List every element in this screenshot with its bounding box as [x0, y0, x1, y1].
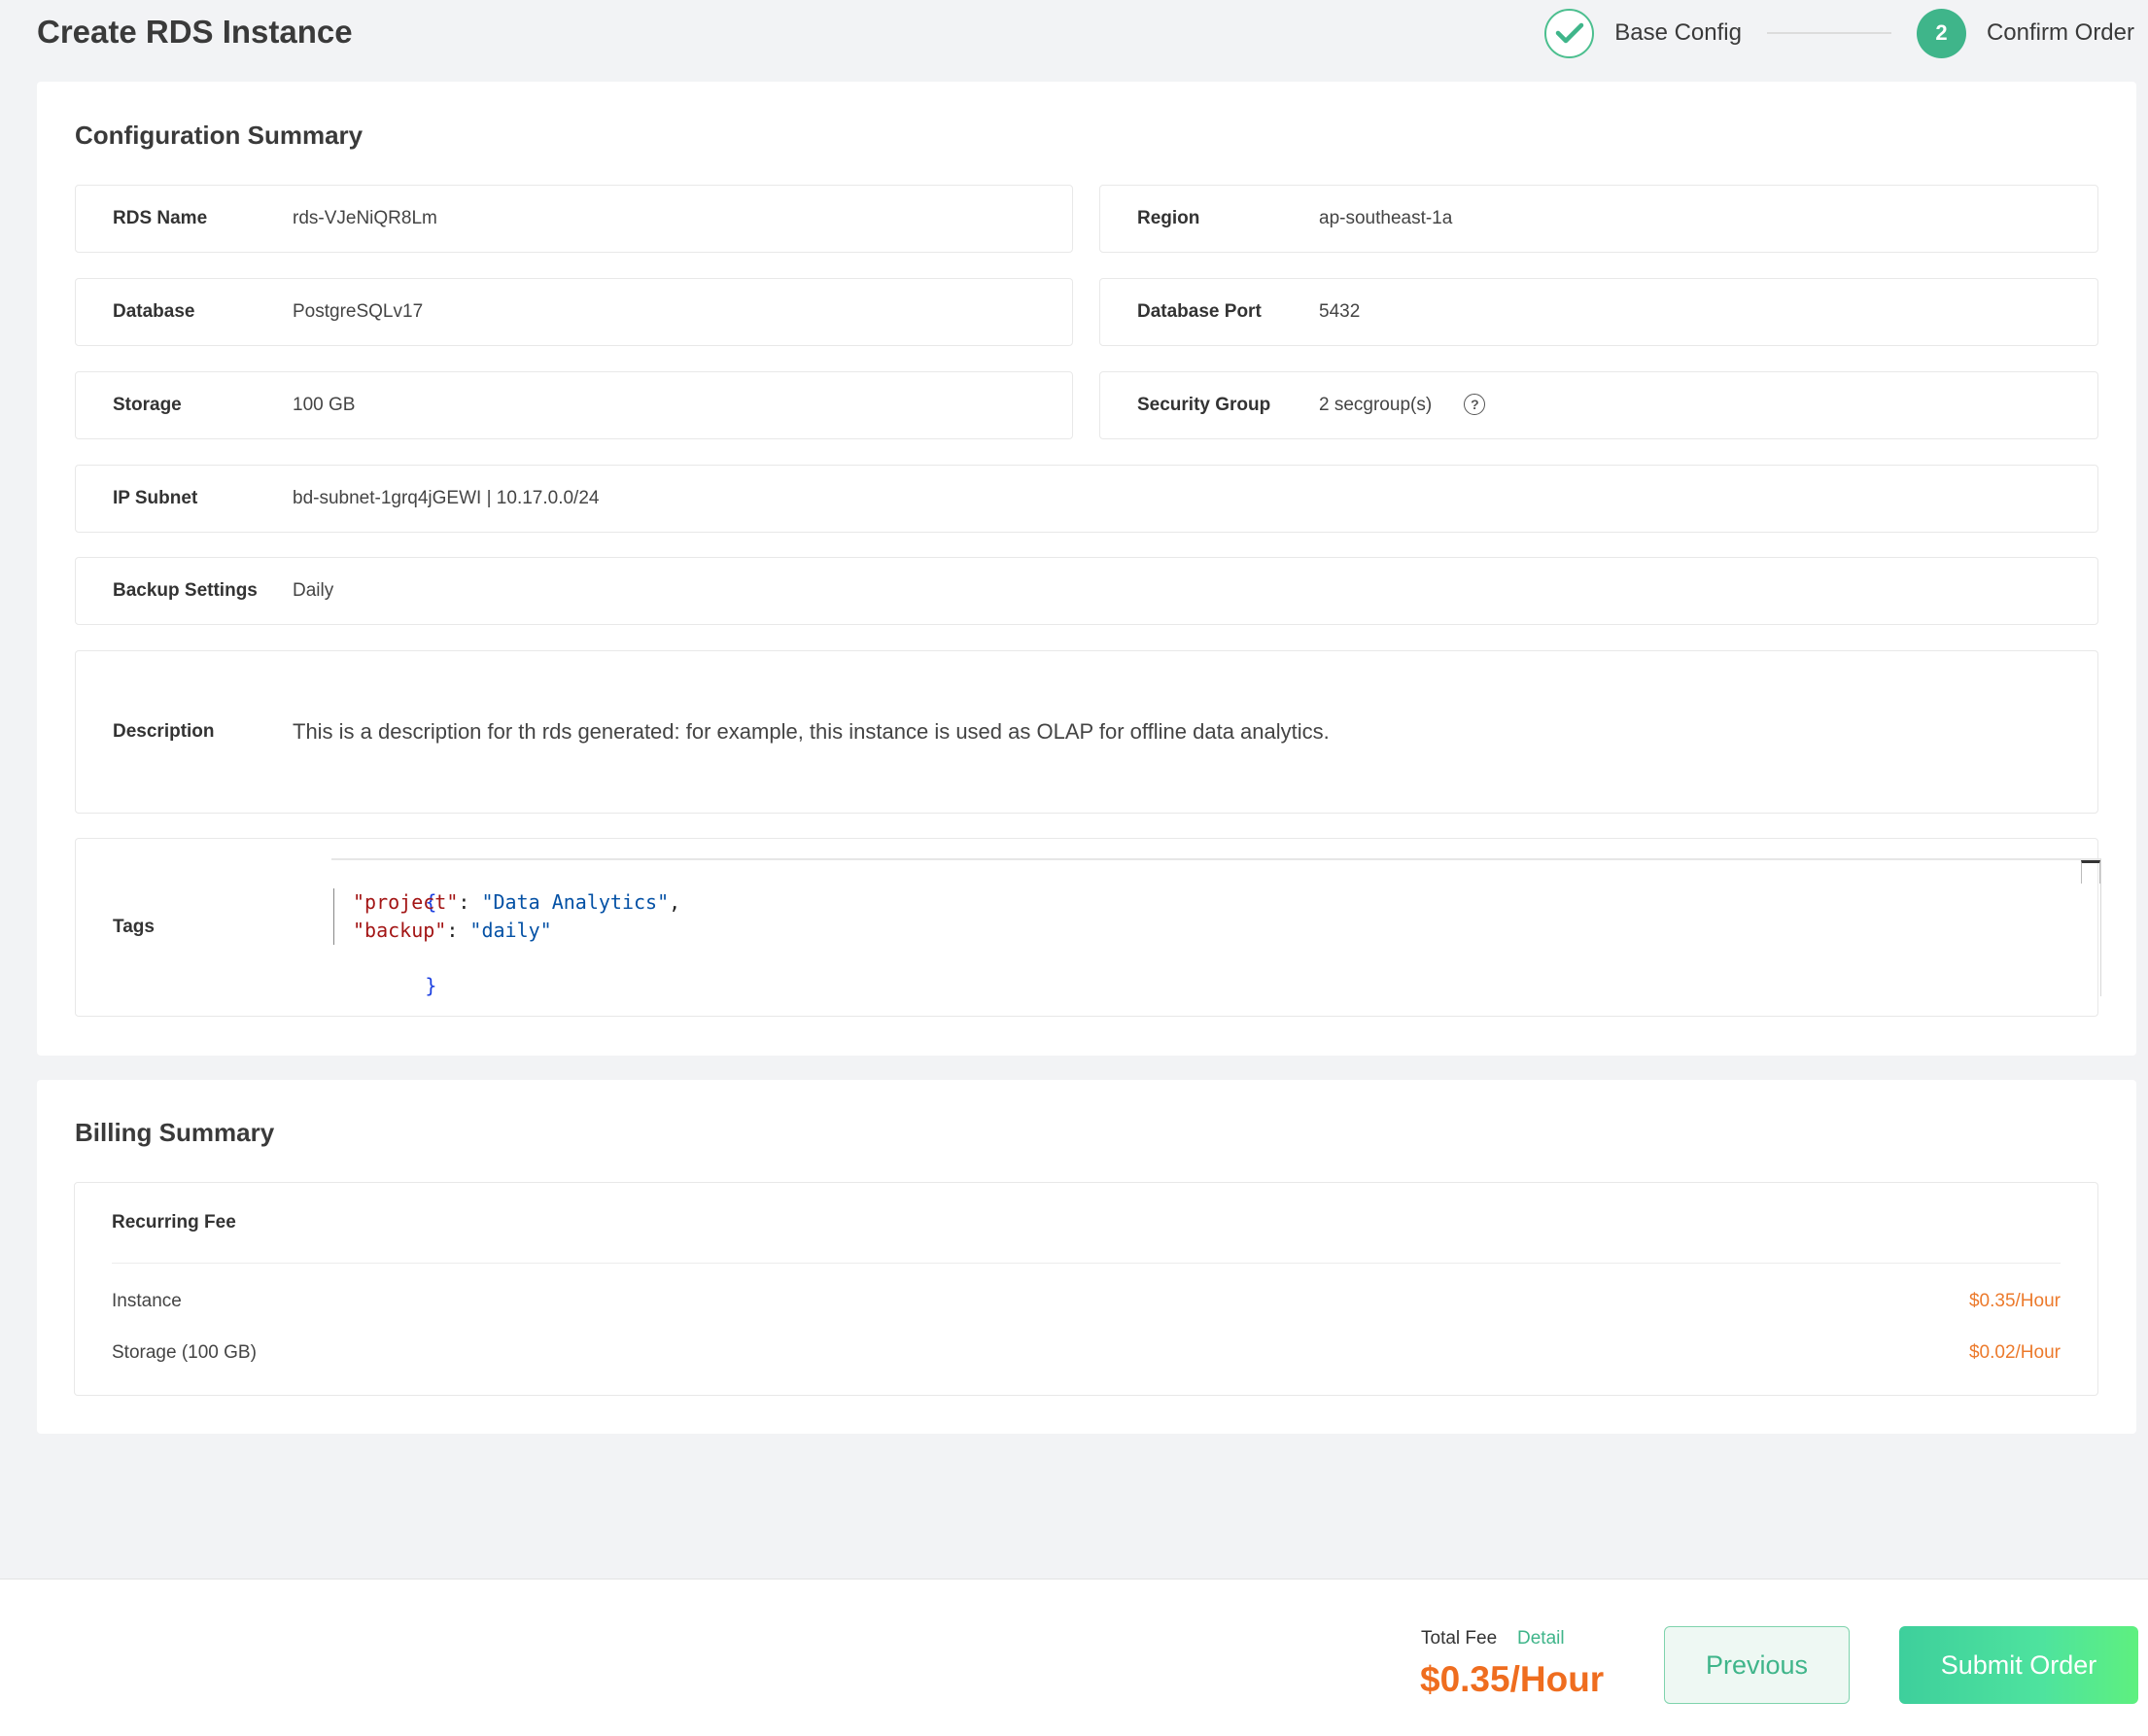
total-fee-label: Total Fee [1421, 1628, 1498, 1649]
code-comma: , [669, 890, 681, 914]
description-label: Description [113, 721, 215, 742]
backup-settings-row: Backup Settings Daily [75, 557, 2098, 625]
page-header: Create RDS Instance Base Config 2 Confir… [0, 0, 2148, 68]
fee-item-instance-label: Instance [112, 1291, 182, 1311]
fee-divider [112, 1263, 2061, 1264]
ip-subnet-label: IP Subnet [113, 488, 198, 508]
step-base-config: Base Config [1614, 19, 1742, 46]
security-group-row: Security Group 2 secgroup(s) ? [1099, 371, 2098, 439]
recurring-fee-title: Recurring Fee [112, 1212, 236, 1233]
billing-summary-card: Billing Summary Recurring Fee Instance $… [37, 1080, 2136, 1434]
steps-indicator: Base Config 2 Confirm Order [1544, 8, 2134, 58]
check-icon [1544, 8, 1595, 58]
editor-minimap[interactable] [2081, 860, 2100, 884]
code-close-brace: } [425, 974, 437, 997]
tag-key-project: "project" [353, 890, 459, 914]
code-line-4: } [331, 944, 436, 997]
tag-key-backup: "backup" [353, 919, 447, 942]
footer-bar: Total Fee Detail $0.35/Hour Previous Sub… [0, 1579, 2148, 1736]
rds-name-row: RDS Name rds-VJeNiQR8Lm [75, 185, 1073, 253]
configuration-summary-title: Configuration Summary [75, 121, 364, 150]
ip-subnet-row: IP Subnet bd-subnet-1grq4jGEWI | 10.17.0… [75, 465, 2098, 533]
security-group-value-wrap: 2 secgroup(s) ? [1319, 393, 1486, 416]
ip-subnet-value: bd-subnet-1grq4jGEWI | 10.17.0.0/24 [293, 488, 600, 508]
step-confirm-order: Confirm Order [1986, 19, 2134, 46]
security-group-label: Security Group [1137, 395, 1271, 415]
code-colon: : [446, 919, 470, 942]
step-connector [1766, 32, 1891, 34]
help-icon[interactable]: ? [1464, 393, 1486, 415]
configuration-summary-card: Configuration Summary RDS Name rds-VJeNi… [37, 82, 2136, 1056]
fee-item-storage-label: Storage (100 GB) [112, 1342, 257, 1363]
database-row: Database PostgreSQLv17 [75, 278, 1073, 346]
step-number-badge: 2 [1916, 8, 1966, 58]
tag-value-project: "Data Analytics" [481, 890, 670, 914]
code-colon: : [458, 890, 482, 914]
code-line-1: { [331, 860, 436, 914]
description-row: Description This is a description for th… [75, 650, 2098, 814]
code-line-3: "backup": "daily" [353, 917, 552, 945]
storage-row: Storage 100 GB [75, 371, 1073, 439]
tags-label: Tags [113, 917, 155, 937]
detail-link[interactable]: Detail [1517, 1628, 1565, 1649]
database-value: PostgreSQLv17 [293, 301, 424, 322]
region-value: ap-southeast-1a [1319, 208, 1453, 228]
recurring-fee-box: Recurring Fee Instance $0.35/Hour Storag… [74, 1182, 2098, 1396]
tags-code-editor[interactable]: { "project": "Data Analytics", "backup":… [331, 858, 2101, 997]
page-title: Create RDS Instance [37, 14, 353, 50]
database-port-label: Database Port [1137, 301, 1262, 322]
code-line-2: "project": "Data Analytics", [353, 888, 680, 917]
fee-item-instance-price: $0.35/Hour [1968, 1291, 2061, 1311]
description-value: This is a description for th rds generat… [293, 719, 1330, 744]
region-label: Region [1137, 208, 1200, 228]
total-fee-value: $0.35/Hour [1420, 1659, 1605, 1699]
region-row: Region ap-southeast-1a [1099, 185, 2098, 253]
fee-item-storage-price: $0.02/Hour [1968, 1342, 2061, 1363]
storage-value: 100 GB [293, 395, 356, 415]
rds-name-value: rds-VJeNiQR8Lm [293, 208, 437, 228]
security-group-value: 2 secgroup(s) [1319, 395, 1433, 415]
backup-settings-value: Daily [293, 580, 334, 601]
storage-label: Storage [113, 395, 182, 415]
tag-value-backup: "daily" [469, 919, 552, 942]
backup-settings-label: Backup Settings [113, 580, 258, 601]
billing-summary-title: Billing Summary [75, 1118, 275, 1147]
submit-order-button[interactable]: Submit Order [1899, 1626, 2138, 1704]
database-label: Database [113, 301, 195, 322]
database-port-value: 5432 [1319, 301, 1361, 322]
tags-row: Tags { "project": "Data Analytics", "bac… [75, 838, 2101, 1017]
previous-button[interactable]: Previous [1664, 1626, 1850, 1704]
database-port-row: Database Port 5432 [1099, 278, 2098, 346]
rds-name-label: RDS Name [113, 208, 208, 228]
